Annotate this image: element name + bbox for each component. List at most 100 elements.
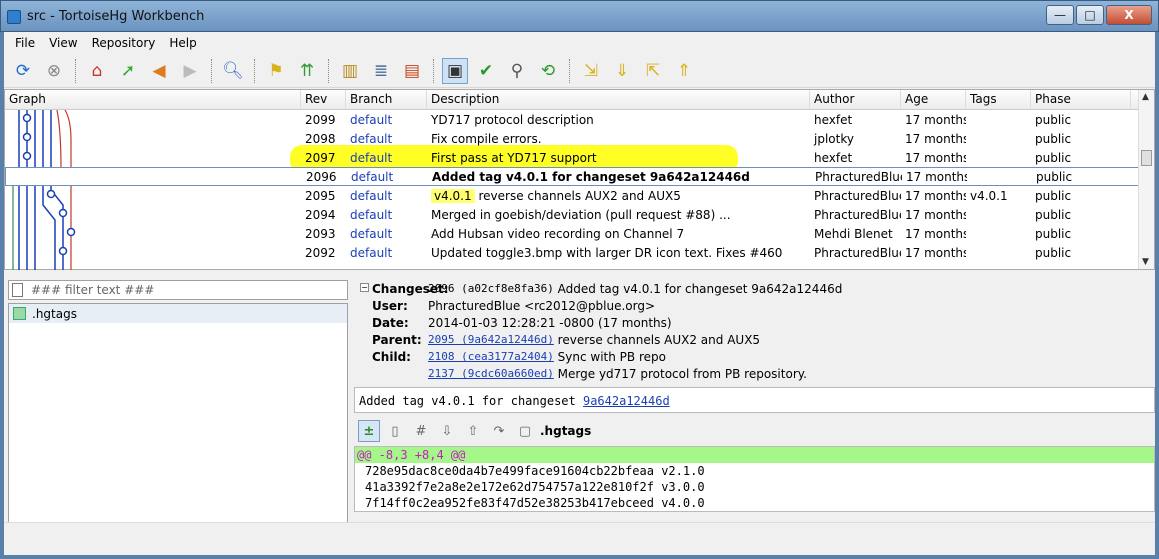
changeset-id: 2096 (a02cf8e8fa36) [428,282,554,295]
diff-line: 41a3392f7e2a8e2e172e62d754757a122e810f2f… [365,480,705,494]
back-icon[interactable]: ◀ [146,58,172,84]
show-diff-icon[interactable]: ± [358,420,380,442]
goto-working-parent-icon[interactable]: ➚ [115,58,141,84]
revision-details-icon[interactable]: ▣ [442,57,468,84]
layers-icon[interactable]: ≣ [368,58,394,84]
changeset-desc: Added tag v4.0.1 for changeset 9a642a124… [557,281,843,296]
description-cell: Fix compile errors. [431,131,542,146]
forward-icon[interactable]: ▶ [177,58,203,84]
file-filter-input[interactable]: ### filter text ### [8,280,348,300]
description-cell: Added tag v4.0.1 for changeset 9a642a124… [432,169,750,184]
status-bar [4,522,1155,555]
log-row[interactable]: 2097 default First pass at YD717 support… [5,148,1140,167]
maximize-button[interactable]: □ [1076,5,1104,25]
col-tags[interactable]: Tags [966,90,1031,109]
branch-cell: default [350,245,393,260]
child-link[interactable]: 2137 (9cdc60a660ed) [428,367,554,380]
toolbar-separator [75,58,76,83]
close-button[interactable]: X [1106,5,1152,25]
outgoing-icon[interactable]: ⇱ [640,58,666,84]
diff-line: 7f14ff0c2ea952fe83f47d52e38253b417ebceed… [365,496,705,510]
scrollbar-thumb[interactable] [1141,150,1152,166]
search-icon[interactable]: 🔍︎ [220,58,246,84]
show-graph-icon[interactable]: ▥ [337,58,363,84]
push-icon[interactable]: ⇑ [671,58,697,84]
col-age[interactable]: Age [901,90,966,109]
filter-icon[interactable]: ⚑ [263,58,289,84]
changeset-details: − Changeset: 2096 (a02cf8e8fa36) Added t… [354,280,1155,388]
collapse-icon[interactable]: − [360,283,369,292]
manifest-search-icon[interactable]: ⚲ [504,58,530,84]
diff-view: @@ -8,3 +8,4 @@ 728e95dac8ce0da4b7e499fa… [354,446,1155,512]
menu-view[interactable]: View [42,36,84,50]
file-view-icon[interactable]: ▢ [514,420,536,442]
description-cell: Merged in goebish/deviation (pull reques… [431,207,731,222]
phase-cell: public [1035,188,1072,203]
age-cell: 17 months [905,226,966,241]
commit-message-view: Added tag v4.0.1 for changeset 9a642a124… [354,387,1155,413]
log-row[interactable]: 2098 default Fix compile errors. jplotky… [5,129,1140,148]
rev-cell: 2093 [305,226,336,241]
col-rev[interactable]: Rev [301,90,346,109]
author-cell: PhracturedBlue [814,188,901,203]
file-item[interactable]: .hgtags [9,304,347,323]
branch-cell: default [350,207,393,222]
user-label: User: [372,298,408,313]
col-graph[interactable]: Graph [5,90,301,109]
log-row[interactable]: 2095 default v4.0.1 reverse channels AUX… [5,186,1140,205]
show-file-icon[interactable]: ▯ [384,420,406,442]
home-icon[interactable]: ⌂ [84,58,110,84]
child-desc: Sync with PB repo [557,349,666,364]
log-scrollbar[interactable]: ▲ ▼ [1138,90,1154,269]
child-link[interactable]: 2108 (cea3177a2404) [428,350,554,363]
toolbar-separator [254,58,255,83]
refresh-icon[interactable]: ⟳ [10,58,36,84]
menu-help[interactable]: Help [162,36,203,50]
col-description[interactable]: Description [427,90,810,109]
log-row-selected[interactable]: 2096 default Added tag v4.0.1 for change… [5,167,1140,186]
log-icon[interactable]: ▤ [399,58,425,84]
description-cell: Add Hubsan video recording on Channel 7 [431,226,685,241]
phase-cell: public [1035,226,1072,241]
redo-icon[interactable]: ↷ [488,420,510,442]
scroll-up-icon[interactable]: ▲ [1142,92,1149,102]
rev-cell: 2094 [305,207,336,222]
scroll-down-icon[interactable]: ▼ [1142,257,1149,267]
minimize-button[interactable]: — [1046,5,1074,25]
age-cell: 17 months [905,188,966,203]
message-changeset-link[interactable]: 9a642a12446d [583,394,670,408]
sync-icon[interactable]: ⟲ [535,58,561,84]
toolbar-separator [569,58,570,83]
rev-cell: 2099 [305,112,336,127]
menu-bar: File View Repository Help [4,32,1155,54]
toolbar-separator [433,58,434,83]
log-row[interactable]: 2094 default Merged in goebish/deviation… [5,205,1140,224]
log-row[interactable]: 2099 default YD717 protocol description … [5,110,1140,129]
toolbar-separator [211,58,212,83]
parent-link[interactable]: 2095 (9a642a12446d) [428,333,554,346]
log-row[interactable]: 2093 default Add Hubsan video recording … [5,224,1140,243]
diff-toolbar: ± ▯ # ⇩ ⇧ ↷ ▢ .hgtags [358,419,591,443]
child-label: Child: [372,349,411,364]
commit-icon[interactable]: ✔ [473,58,499,84]
col-phase[interactable]: Phase [1031,90,1131,109]
file-modified-icon [13,307,26,320]
col-branch[interactable]: Branch [346,90,427,109]
phase-cell: public [1036,169,1073,184]
col-author[interactable]: Author [810,90,901,109]
branch-icon[interactable]: ⇈ [294,58,320,84]
incoming-icon[interactable]: ⇲ [578,58,604,84]
next-diff-icon[interactable]: ⇩ [436,420,458,442]
pull-icon[interactable]: ⇓ [609,58,635,84]
prev-diff-icon[interactable]: ⇧ [462,420,484,442]
menu-file[interactable]: File [8,36,42,50]
author-cell: PhracturedBlue [814,245,901,260]
rev-cell: 2097 [305,150,336,165]
annotate-icon[interactable]: # [410,420,432,442]
log-row[interactable]: 2092 default Updated toggle3.bmp with la… [5,243,1140,262]
rev-cell: 2092 [305,245,336,260]
stop-icon[interactable]: ⊗ [41,58,67,84]
parent-desc: reverse channels AUX2 and AUX5 [557,332,761,347]
menu-repository[interactable]: Repository [85,36,163,50]
description-cell: First pass at YD717 support [431,150,597,165]
